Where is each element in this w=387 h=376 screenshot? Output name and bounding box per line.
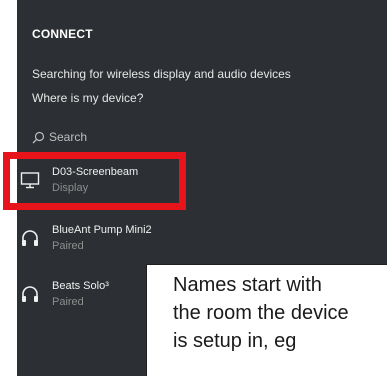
search-icon xyxy=(32,131,45,143)
device-status: Paired xyxy=(52,296,84,308)
panel-title: CONNECT xyxy=(32,27,93,41)
search-status-text: Searching for wireless display and audio… xyxy=(32,67,291,81)
where-is-my-device-link[interactable]: Where is my device? xyxy=(32,91,143,105)
headphones-icon xyxy=(22,230,38,246)
annotation-callout: Names start with the room the device is … xyxy=(146,264,387,376)
callout-line: the room the device xyxy=(173,302,349,324)
callout-line: Names start with xyxy=(173,274,322,296)
highlight-box xyxy=(3,152,186,210)
device-name: BlueAnt Pump Mini2 xyxy=(52,224,152,236)
device-name: Beats Solo³ xyxy=(52,280,109,292)
search-button[interactable]: Search xyxy=(32,128,87,146)
callout-line: is setup in, eg xyxy=(173,330,297,352)
page: CONNECT Searching for wireless display a… xyxy=(0,0,387,376)
search-label: Search xyxy=(49,130,88,144)
device-status: Paired xyxy=(52,240,84,252)
headphones-icon xyxy=(22,286,38,302)
